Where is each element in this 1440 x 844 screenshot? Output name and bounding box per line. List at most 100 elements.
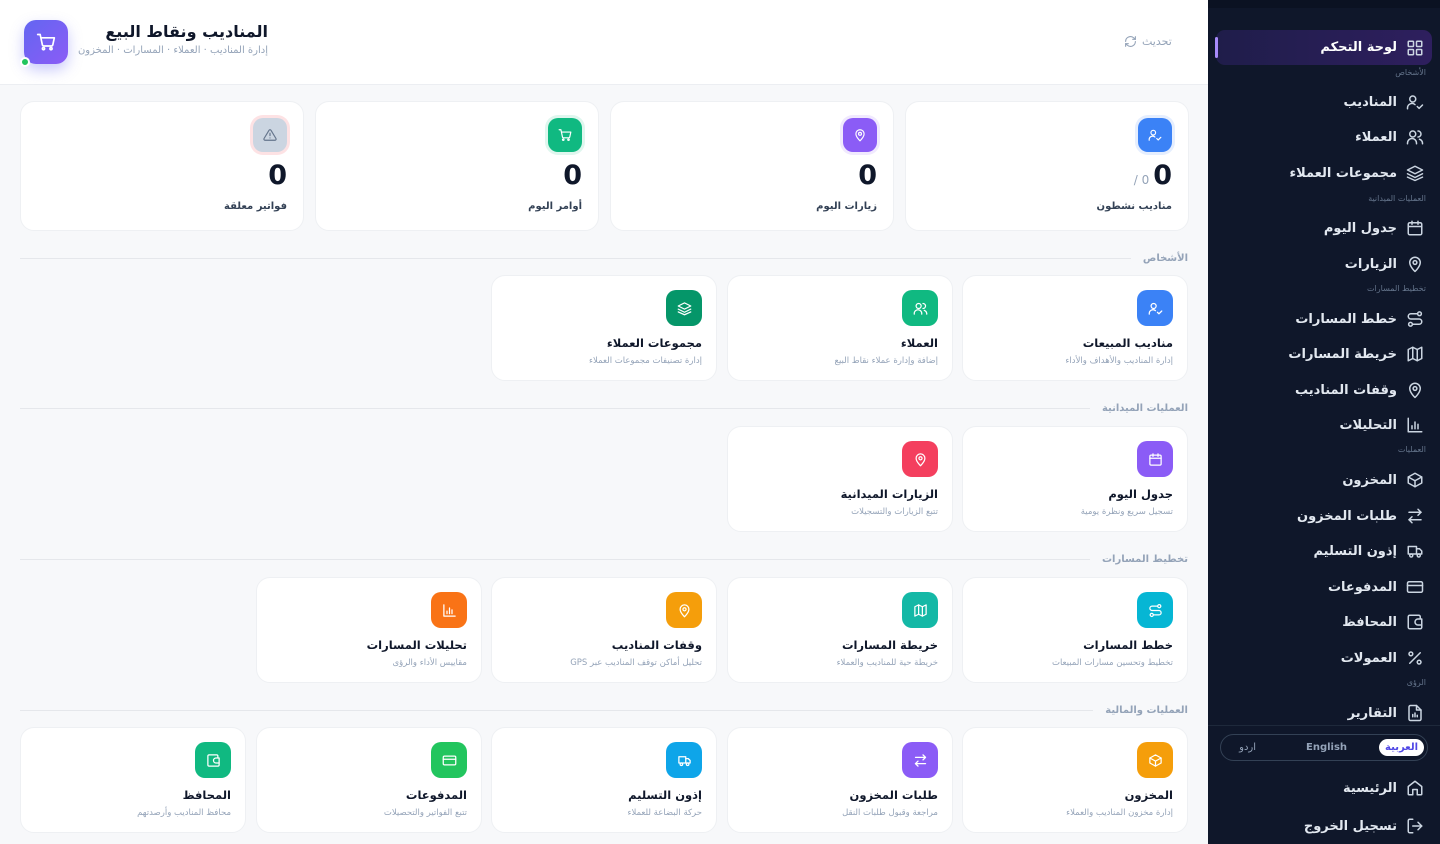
map-pin-icon bbox=[843, 118, 877, 152]
lang-urdu[interactable]: اردو bbox=[1239, 742, 1256, 753]
map-pin-icon bbox=[902, 441, 938, 477]
sidebar-item-13[interactable]: المحافظ bbox=[1216, 607, 1424, 637]
module-card-routes-1[interactable]: خريطة المسارات خريطة حية للمناديب والعملا… bbox=[727, 577, 953, 683]
module-title: تحليلات المسارات bbox=[366, 638, 467, 652]
module-card-routes-3[interactable]: تحليلات المسارات مقاييس الأداء والرؤى bbox=[256, 577, 482, 683]
lang-arabic[interactable]: العربية bbox=[1379, 739, 1424, 756]
calendar-icon bbox=[1137, 441, 1173, 477]
stat-value: 00 / bbox=[1134, 160, 1172, 191]
sidebar-item-5[interactable]: خطط المسارات bbox=[1216, 304, 1424, 334]
sidebar-item-9[interactable]: المخزون bbox=[1216, 465, 1424, 495]
stat-label: أوامر اليوم bbox=[528, 201, 582, 212]
section-title: العمليات الميدانية bbox=[1101, 402, 1188, 414]
page-title: المناديب ونقاط البيع bbox=[105, 22, 268, 41]
alert-icon bbox=[253, 118, 287, 152]
map-icon bbox=[902, 592, 938, 628]
sidebar-section-routes: تخطيط المسارات bbox=[1367, 284, 1426, 293]
wallet-icon bbox=[195, 742, 231, 778]
module-card-ops-0[interactable]: المخزون إدارة مخزون المناديب والعملاء bbox=[962, 727, 1188, 833]
sidebar-item-11[interactable]: إذون التسليم bbox=[1216, 536, 1424, 566]
section-title: تخطيط المسارات bbox=[1101, 553, 1188, 565]
module-title: المخزون bbox=[1124, 788, 1173, 802]
section-people: الأشخاص bbox=[20, 251, 1188, 265]
module-card-people-1[interactable]: العملاء إضافة وإدارة عملاء نقاط البيع bbox=[727, 275, 953, 381]
divider bbox=[1208, 725, 1440, 726]
sidebar-section-field: العمليات الميدانية bbox=[1368, 194, 1426, 203]
module-title: مجموعات العملاء bbox=[606, 336, 702, 350]
sidebar-item-0[interactable]: المناديب bbox=[1216, 87, 1424, 117]
module-card-people-0[interactable]: مناديب المبيعات إدارة المناديب والأهداف و… bbox=[962, 275, 1188, 381]
layers-icon bbox=[666, 290, 702, 326]
stat-number: 0 bbox=[858, 160, 877, 191]
map-pin-icon bbox=[1406, 381, 1424, 399]
sidebar-item-dashboard[interactable]: لوحة التحكم bbox=[1215, 30, 1432, 65]
card-icon bbox=[1406, 578, 1424, 596]
sidebar-item-3[interactable]: جدول اليوم bbox=[1216, 213, 1424, 243]
module-card-ops-3[interactable]: المدفوعات تتبع الفواتير والتحصيلات bbox=[256, 727, 482, 833]
sidebar-item-label: وقفات المناديب bbox=[1295, 382, 1397, 398]
lang-english[interactable]: English bbox=[1306, 742, 1347, 753]
logout-button[interactable]: تسجيل الخروج bbox=[1216, 811, 1424, 841]
sidebar-item-label: الزيارات bbox=[1344, 256, 1397, 272]
module-card-routes-2[interactable]: وقفات المناديب تحليل أماكن توقف المناديب … bbox=[491, 577, 717, 683]
sidebar-item-label: لوحة التحكم bbox=[1320, 40, 1397, 55]
transfer-icon bbox=[1406, 507, 1424, 525]
sidebar-item-label: المحافظ bbox=[1342, 614, 1397, 630]
user-check-icon bbox=[1406, 93, 1424, 111]
calendar-icon bbox=[1406, 219, 1424, 237]
sidebar-item-1[interactable]: العملاء bbox=[1216, 122, 1424, 152]
module-title: خريطة المسارات bbox=[841, 638, 938, 652]
grid-icon bbox=[1406, 39, 1424, 57]
sidebar-item-6[interactable]: خريطة المسارات bbox=[1216, 339, 1424, 369]
sidebar-item-label: التقارير bbox=[1347, 705, 1397, 721]
divider bbox=[20, 709, 1094, 711]
divider bbox=[20, 257, 1131, 259]
stat-card: 00 / مناديب نشطون bbox=[905, 101, 1189, 231]
module-card-field-1[interactable]: الزيارات الميدانية تتبع الزيارات والتسجيل… bbox=[727, 426, 953, 532]
sidebar-item-14[interactable]: العمولات bbox=[1216, 643, 1424, 673]
sidebar-item-label: العملاء bbox=[1355, 129, 1397, 145]
module-card-routes-0[interactable]: خطط المسارات تخطيط وتحسين مسارات المبيعات bbox=[962, 577, 1188, 683]
home-link[interactable]: الرئيسية bbox=[1216, 773, 1424, 803]
sidebar: لوحة التحكم الأشخاص العمليات الميدانية تخط… bbox=[1208, 0, 1440, 844]
sidebar-item-12[interactable]: المدفوعات bbox=[1216, 572, 1424, 602]
card-icon bbox=[431, 742, 467, 778]
report-icon bbox=[1406, 704, 1424, 722]
sidebar-item-10[interactable]: طلبات المخزون bbox=[1216, 501, 1424, 531]
truck-icon bbox=[1406, 542, 1424, 560]
sidebar-item-label: جدول اليوم bbox=[1323, 220, 1397, 236]
divider bbox=[20, 558, 1090, 560]
sidebar-item-7[interactable]: وقفات المناديب bbox=[1216, 375, 1424, 405]
users-icon bbox=[1406, 128, 1424, 146]
sidebar-item-label: مجموعات العملاء bbox=[1289, 165, 1397, 181]
sidebar-item-label: المخزون bbox=[1342, 472, 1397, 488]
module-description: إدارة مخزون المناديب والعملاء bbox=[1066, 808, 1173, 818]
truck-icon bbox=[666, 742, 702, 778]
module-card-field-0[interactable]: جدول اليوم تسجيل سريع ونظرة يومية bbox=[962, 426, 1188, 532]
layers-icon bbox=[1406, 164, 1424, 182]
module-card-ops-4[interactable]: المحافظ محافظ المناديب وأرصدتهم bbox=[20, 727, 246, 833]
map-icon bbox=[1406, 345, 1424, 363]
section-ops: العمليات والمالية bbox=[20, 703, 1188, 717]
sidebar-item-label: خطط المسارات bbox=[1295, 311, 1397, 327]
stat-value: 0 bbox=[858, 160, 877, 191]
stat-card: 0 فواتير معلقة bbox=[20, 101, 304, 231]
page-header: المناديب ونقاط البيع إدارة المناديب · ال… bbox=[0, 0, 1208, 85]
stat-value: 0 bbox=[268, 160, 287, 191]
bar-chart-icon bbox=[431, 592, 467, 628]
sidebar-item-4[interactable]: الزيارات bbox=[1216, 249, 1424, 279]
refresh-button[interactable]: تحديث bbox=[1124, 35, 1172, 48]
module-card-ops-1[interactable]: طلبات المخزون مراجعة وقبول طلبات النقل bbox=[727, 727, 953, 833]
module-card-ops-2[interactable]: إذون التسليم حركة البضاعة للعملاء bbox=[491, 727, 717, 833]
sidebar-item-8[interactable]: التحليلات bbox=[1216, 410, 1424, 440]
section-title: العمليات والمالية bbox=[1105, 704, 1188, 716]
sidebar-item-15[interactable]: التقارير bbox=[1216, 698, 1424, 728]
sidebar-item-label: إذون التسليم bbox=[1313, 543, 1397, 559]
user-check-icon bbox=[1137, 290, 1173, 326]
module-card-people-2[interactable]: مجموعات العملاء إدارة تصنيفات مجموعات الع… bbox=[491, 275, 717, 381]
box-icon bbox=[1406, 471, 1424, 489]
stat-total: 0 / bbox=[1133, 173, 1150, 187]
sidebar-item-2[interactable]: مجموعات العملاء bbox=[1216, 158, 1424, 188]
section-routes: تخطيط المسارات bbox=[20, 552, 1188, 566]
sidebar-section-insights: الرؤى bbox=[1406, 678, 1426, 687]
